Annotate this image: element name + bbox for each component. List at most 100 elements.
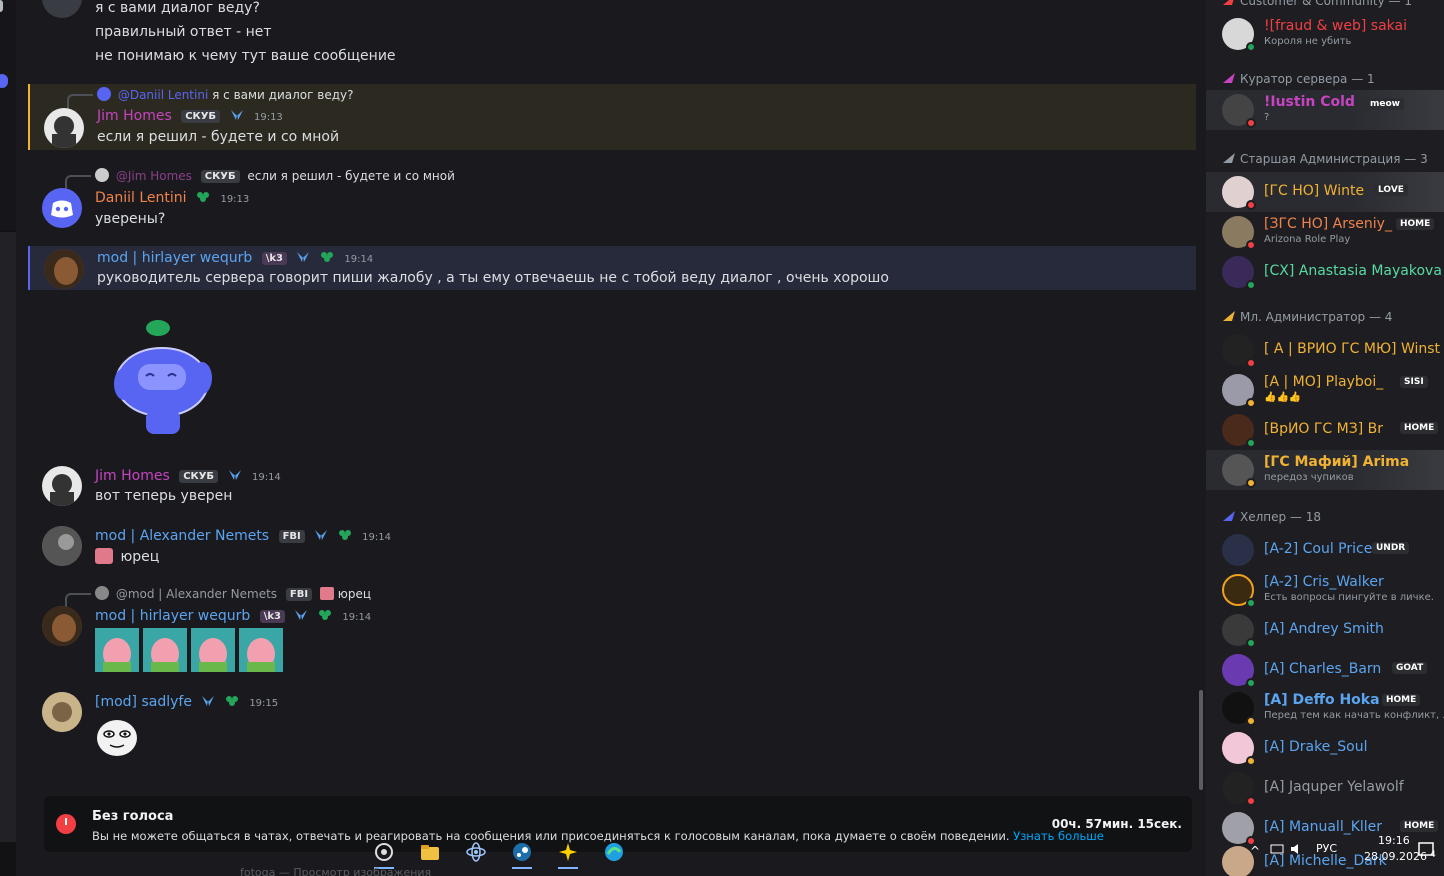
file-explorer-icon[interactable] (416, 838, 444, 866)
category-header: Customer & Community — 1 (1222, 0, 1412, 8)
avatar[interactable] (42, 526, 82, 566)
avatar[interactable] (42, 188, 82, 228)
wings-icon (230, 110, 243, 120)
wings-icon (297, 252, 310, 262)
message-header: [mod] sadlyfe 19:15 (95, 694, 278, 710)
server-indicator (0, 0, 3, 12)
guild-tag[interactable]: \k3 (261, 252, 287, 265)
avatar-image (50, 474, 74, 506)
message-text: не понимаю к чему тут ваше сообщение (95, 48, 396, 64)
rail-top (0, 0, 16, 230)
message-text: вот теперь уверен (95, 488, 233, 504)
role-icon (1223, 0, 1234, 5)
member-item[interactable]: [A] Charles_Barn GOAT (1206, 650, 1444, 690)
message-item[interactable]: @mod | Alexander Nemets FBI юрец mod | h… (28, 584, 1196, 676)
avatar[interactable] (44, 249, 84, 289)
member-item[interactable]: [ГС Мафий] Arima передоз чупиков (1206, 450, 1444, 490)
custom-emoji[interactable] (95, 548, 113, 564)
message-body: юрец (95, 548, 159, 565)
clock-time[interactable]: 19:16 (1378, 834, 1410, 847)
author-name[interactable]: mod | Alexander Nemets (95, 528, 269, 544)
member-item[interactable]: [ВрИО ГС МЗ] Br HOME (1206, 410, 1444, 450)
member-tag: GOAT (1392, 662, 1428, 674)
chat-scrollbar[interactable] (1196, 0, 1206, 800)
member-avatar (1222, 534, 1254, 566)
reply-preview[interactable]: @mod | Alexander Nemets FBI юрец (65, 586, 371, 609)
category-title: Мл. Администратор — 4 (1240, 310, 1393, 324)
wumpus-sticker[interactable] (106, 314, 224, 444)
avatar[interactable] (44, 108, 84, 148)
reply-author[interactable]: @mod | Alexander Nemets (116, 587, 277, 601)
member-item[interactable]: !Iustin Cold meow ? (1206, 90, 1444, 130)
reply-preview[interactable]: @Daniil Lentini я с вами диалог веду? (67, 87, 353, 110)
guild-tag[interactable]: \k3 (259, 610, 285, 623)
member-name: [A] Charles_Barn (1264, 661, 1382, 677)
notification-count: 4 (1430, 850, 1436, 860)
member-item[interactable]: [ГС НО] Winte LOVE (1206, 172, 1444, 212)
author-name[interactable]: mod | hirlayer wequrb (97, 250, 252, 266)
taskbar-app-icon[interactable] (370, 838, 398, 869)
member-name: [A | МО] Playboi_ (1264, 374, 1384, 390)
avatar[interactable] (42, 692, 82, 732)
author-name[interactable]: Jim Homes (95, 468, 170, 484)
member-item[interactable]: [A-2] Cris_Walker Есть вопросы пингуйте … (1206, 570, 1444, 610)
member-item[interactable]: [A] Drake_Soul (1206, 728, 1444, 768)
guild-tag[interactable]: СКУБ (181, 110, 221, 123)
role-icon (1223, 153, 1235, 163)
reply-avatar (95, 586, 109, 600)
guild-tag[interactable]: СКУБ (179, 470, 219, 483)
game-app-icon[interactable] (554, 838, 582, 869)
message-item[interactable]: Jim Homes СКУБ 19:14 вот теперь уверен (28, 464, 1196, 512)
avatar[interactable] (42, 606, 82, 646)
status-online-icon (1246, 42, 1256, 52)
face-emoji[interactable] (95, 714, 139, 758)
reply-author[interactable]: @Daniil Lentini (118, 88, 208, 102)
message-header: mod | hirlayer wequrb \k3 19:14 (97, 250, 373, 266)
author-name[interactable]: Daniil Lentini (95, 190, 187, 206)
emoji-row (95, 628, 287, 676)
steam-icon[interactable] (508, 838, 536, 869)
author-name[interactable]: mod | hirlayer wequrb (95, 608, 250, 624)
member-item[interactable]: [A | МО] Playboi_ SISI 👍👍👍 (1206, 370, 1444, 410)
avatar[interactable] (42, 466, 82, 506)
message-item[interactable]: mod | hirlayer wequrb \k3 19:14 руководи… (28, 246, 1196, 290)
member-item[interactable]: [СХ] Anastasia Mayakova (1206, 252, 1444, 292)
chevron-up-icon[interactable]: ^ (1250, 844, 1260, 858)
member-item[interactable]: ![fraud & web] sakai Короля не убить (1206, 14, 1444, 54)
guild-tag[interactable]: FBI (278, 530, 305, 543)
scrollbar-thumb[interactable] (1199, 690, 1203, 790)
member-item[interactable]: [A] Jaquper Yelawolf (1206, 768, 1444, 808)
electron-app-icon[interactable] (462, 838, 490, 866)
member-item[interactable]: [ A | ВРИО ГС МЮ] Winst (1206, 330, 1444, 370)
avatar-image (52, 116, 76, 148)
member-item[interactable]: [ЗГС НО] Arseniy_ HOME Arizona Role Play (1206, 212, 1444, 252)
patrick-emoji-group[interactable] (95, 628, 287, 672)
message-item[interactable]: @Jim Homes СКУБ если я решил - будете и … (28, 166, 1196, 236)
member-tag: HOME (1396, 218, 1435, 230)
member-item[interactable]: [A-2] Coul Price UNDR (1206, 530, 1444, 570)
learn-more-link[interactable]: Узнать больше (1013, 829, 1104, 843)
reply-author[interactable]: @Jim Homes (116, 169, 192, 183)
member-item[interactable]: [A] Deffo Hoka HOME Перед тем как начать… (1206, 688, 1444, 728)
clover-icon (225, 696, 238, 706)
author-name[interactable]: Jim Homes (97, 108, 172, 124)
timestamp: 19:14 (251, 472, 281, 483)
reply-preview[interactable]: @Jim Homes СКУБ если я решил - будете и … (65, 168, 455, 191)
reply-avatar (97, 87, 111, 101)
edge-browser-icon[interactable] (600, 838, 628, 866)
message-item[interactable]: @Daniil Lentini я с вами диалог веду? Ji… (28, 84, 1196, 150)
avatar[interactable] (42, 0, 82, 18)
network-icon[interactable] (1270, 842, 1284, 859)
author-name[interactable]: [mod] sadlyfe (95, 694, 192, 710)
message-item[interactable]: mod | Alexander Nemets FBI 19:14 юрец (28, 524, 1196, 572)
volume-icon[interactable] (1290, 842, 1304, 859)
wings-icon (228, 470, 241, 480)
member-name: [ГС НО] Winte (1264, 183, 1365, 199)
guild-tag: СКУБ (200, 170, 240, 183)
language-indicator[interactable]: РУС (1316, 842, 1337, 855)
wings-icon (202, 696, 215, 706)
message-item[interactable]: [mod] sadlyfe 19:15 (28, 690, 1196, 760)
member-name: ![fraud & web] sakai (1264, 18, 1407, 34)
member-item[interactable]: [A] Andrey Smith (1206, 610, 1444, 650)
category-header: Хелпер — 18 (1222, 510, 1321, 524)
